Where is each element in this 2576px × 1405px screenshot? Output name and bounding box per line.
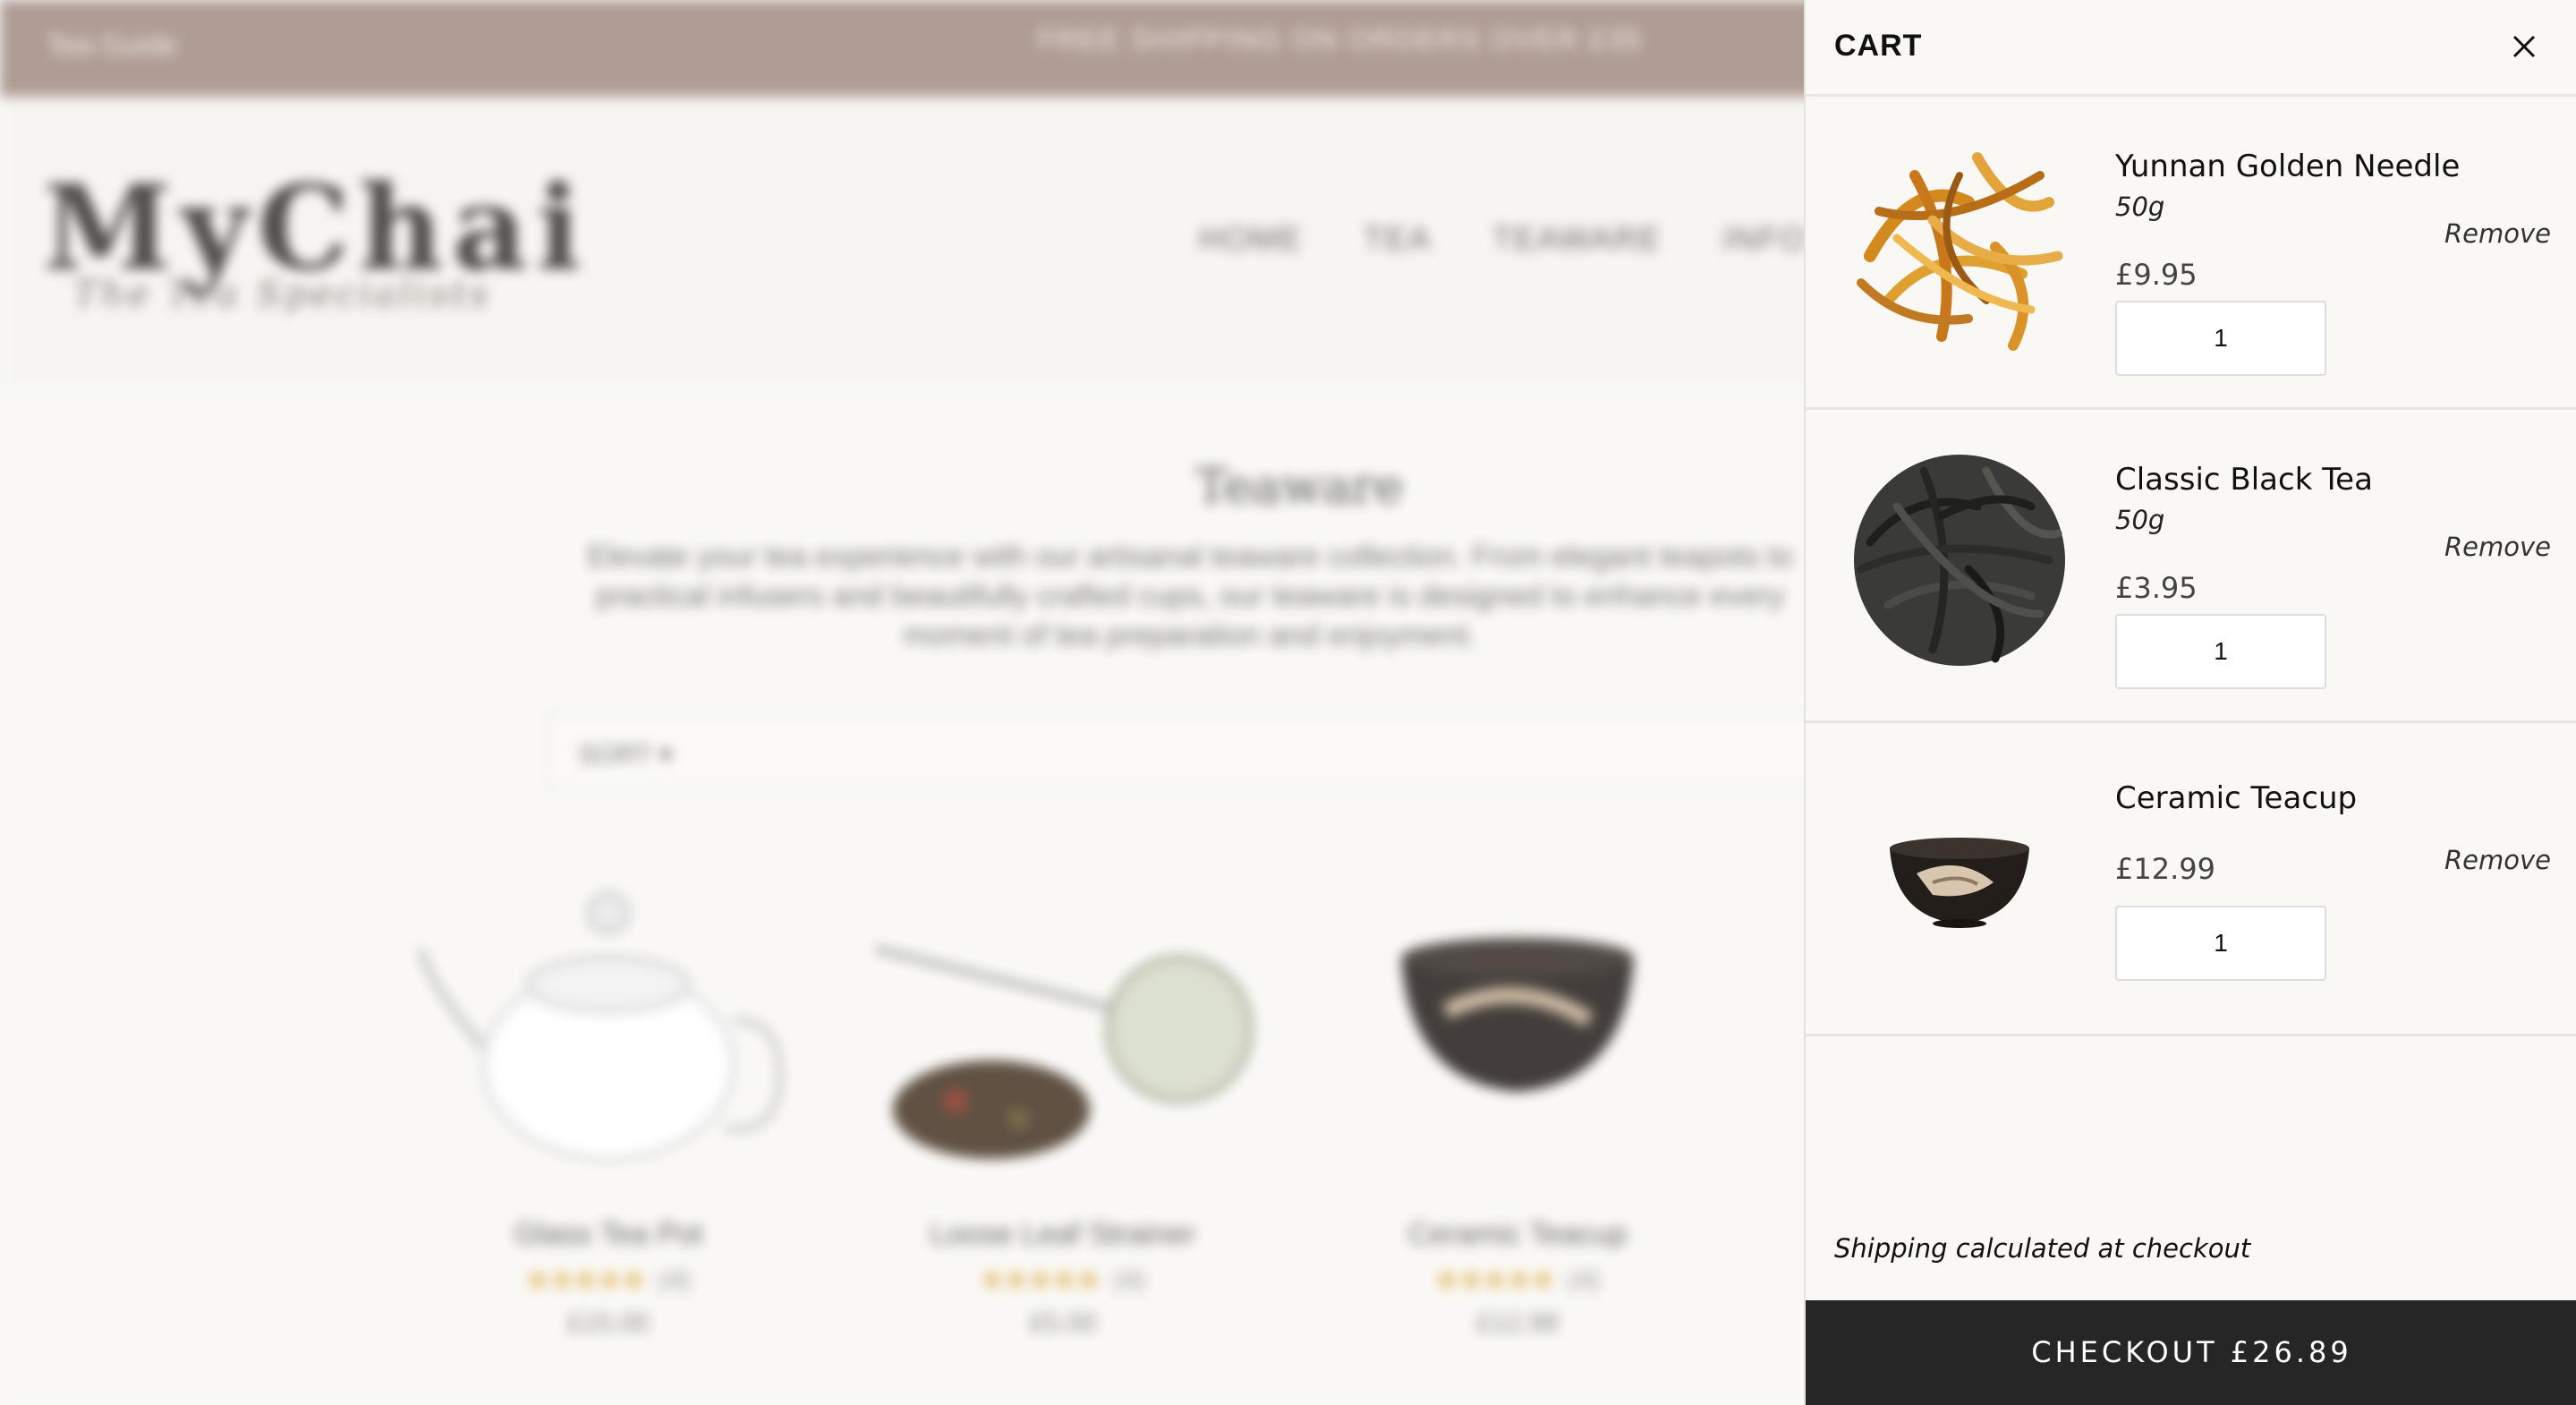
cart-item-name[interactable]: Yunnan Golden Needle	[2115, 149, 2460, 184]
shipping-note: Shipping calculated at checkout	[1834, 1233, 2251, 1264]
golden-tea-image	[1834, 122, 2085, 372]
remove-button[interactable]: Remove	[2444, 218, 2551, 249]
cart-item: Classic Black Tea 50g £3.95 1 Remove	[1806, 410, 2576, 723]
cart-drawer: CART Yunnan Golden Needle 50g £9.95 1 Re…	[1804, 0, 2576, 1405]
close-icon[interactable]	[2497, 20, 2551, 73]
cart-item: Ceramic Teacup £12.99 1 Remove	[1806, 723, 2576, 1036]
cart-item-name[interactable]: Ceramic Teacup	[2115, 780, 2357, 816]
cart-item-price: £12.99	[2115, 852, 2215, 886]
cart-item: Yunnan Golden Needle 50g £9.95 1 Remove	[1806, 97, 2576, 410]
cart-item-price: £9.95	[2115, 258, 2198, 292]
black-tea-image	[1834, 435, 2085, 685]
cart-item-variant: 50g	[2115, 192, 2165, 222]
quantity-input[interactable]: 1	[2115, 614, 2326, 689]
cart-item-variant: 50g	[2115, 505, 2165, 535]
quantity-input[interactable]: 1	[2115, 906, 2326, 981]
page-overlay[interactable]	[0, 0, 1804, 1405]
cart-item-price: £3.95	[2115, 571, 2198, 605]
cart-item-name[interactable]: Classic Black Tea	[2115, 462, 2373, 498]
cart-header: CART	[1806, 0, 2576, 97]
teacup-image	[1834, 748, 2085, 999]
quantity-input[interactable]: 1	[2115, 301, 2326, 376]
remove-button[interactable]: Remove	[2444, 532, 2551, 562]
checkout-button[interactable]: CHECKOUT £26.89	[1806, 1300, 2576, 1405]
remove-button[interactable]: Remove	[2444, 845, 2551, 875]
cart-title: CART	[1834, 29, 1923, 63]
